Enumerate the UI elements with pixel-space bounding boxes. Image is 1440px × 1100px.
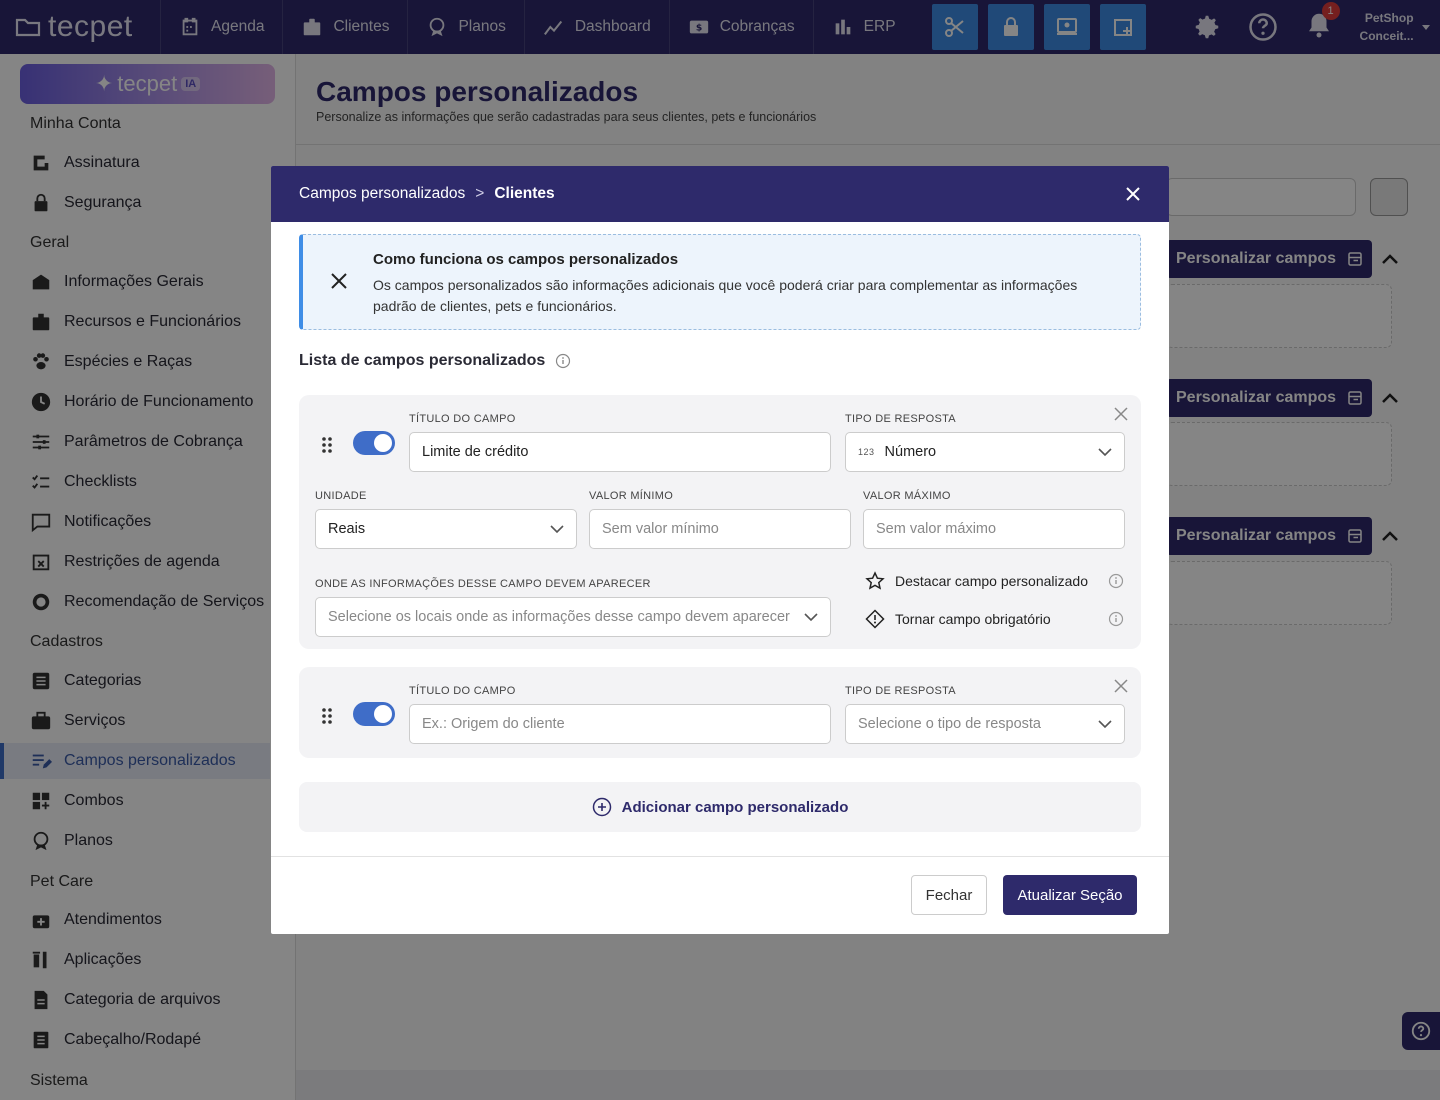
- modal-footer-divider: [271, 856, 1169, 857]
- plus-circle-icon: [592, 797, 611, 817]
- type-label: Tipo de resposta: [845, 413, 956, 425]
- diamond-alert-icon: [865, 609, 885, 629]
- update-section-button[interactable]: Atualizar Seção: [1003, 875, 1137, 915]
- select-value: Número: [884, 444, 937, 460]
- display-locations-select[interactable]: Selecione os locais onde as informações …: [315, 597, 831, 637]
- drag-handle-icon[interactable]: [320, 707, 334, 725]
- chevron-down-icon: [1098, 720, 1112, 729]
- custom-fields-modal: Campos personalizados > Clientes Como fu…: [271, 166, 1169, 934]
- where-label: Onde as informações desse campo devem ap…: [315, 578, 651, 590]
- breadcrumb-root[interactable]: Campos personalizados: [299, 185, 465, 203]
- breadcrumb-current: Clientes: [494, 185, 555, 202]
- add-custom-field-button[interactable]: Adicionar campo personalizado: [299, 782, 1141, 832]
- star-icon: [865, 571, 885, 590]
- chevron-down-icon: [804, 613, 818, 622]
- info-title: Como funciona os campos personalizados: [373, 251, 679, 268]
- chevron-down-icon: [550, 525, 564, 534]
- remove-field-icon[interactable]: [1114, 407, 1128, 421]
- close-icon[interactable]: [1125, 186, 1141, 202]
- chevron-down-icon: [1098, 448, 1112, 457]
- title-label: Título do campo: [409, 413, 516, 425]
- required-field-option[interactable]: Tornar campo obrigatório: [865, 609, 1051, 629]
- option-label: Tornar campo obrigatório: [895, 611, 1051, 627]
- info-icon[interactable]: [1108, 573, 1124, 589]
- drag-handle-icon[interactable]: [320, 436, 334, 454]
- option-label: Destacar campo personalizado: [895, 573, 1088, 589]
- select-placeholder: Selecione o tipo de resposta: [858, 716, 1041, 732]
- field-active-toggle[interactable]: [353, 431, 395, 455]
- response-type-select[interactable]: 123 Número: [845, 432, 1125, 472]
- custom-field-card: Título do campo Limite de crédito Tipo d…: [299, 395, 1141, 649]
- title-label: Título do campo: [409, 685, 516, 697]
- close-button[interactable]: Fechar: [911, 875, 987, 915]
- unit-select[interactable]: Reais: [315, 509, 577, 549]
- number-type-icon: 123: [858, 447, 875, 457]
- field-title-input[interactable]: Ex.: Origem do cliente: [409, 704, 831, 744]
- close-icon[interactable]: [329, 271, 349, 291]
- info-box: Como funciona os campos personalizados O…: [299, 234, 1141, 330]
- max-label: Valor máximo: [863, 490, 951, 502]
- select-placeholder: Selecione os locais onde as informações …: [328, 609, 790, 625]
- type-label: Tipo de resposta: [845, 685, 956, 697]
- button-label: Adicionar campo personalizado: [621, 798, 849, 816]
- modal-header: Campos personalizados > Clientes: [271, 166, 1169, 222]
- unit-label: Unidade: [315, 490, 367, 502]
- field-title-input[interactable]: Limite de crédito: [409, 432, 831, 472]
- highlight-field-option[interactable]: Destacar campo personalizado: [865, 571, 1088, 591]
- min-label: Valor mínimo: [589, 490, 674, 502]
- list-title: Lista de campos personalizados: [299, 352, 571, 370]
- custom-field-card: Título do campo Ex.: Origem do cliente T…: [299, 667, 1141, 758]
- info-text: Os campos personalizados são informações…: [373, 277, 1078, 314]
- select-value: Reais: [328, 521, 366, 537]
- min-value-input[interactable]: Sem valor mínimo: [589, 509, 851, 549]
- field-active-toggle[interactable]: [353, 702, 395, 726]
- response-type-select[interactable]: Selecione o tipo de resposta: [845, 704, 1125, 744]
- breadcrumb-separator: >: [475, 185, 485, 202]
- max-value-input[interactable]: Sem valor máximo: [863, 509, 1125, 549]
- info-icon[interactable]: [1108, 611, 1124, 627]
- remove-field-icon[interactable]: [1114, 679, 1128, 693]
- list-title-text: Lista de campos personalizados: [299, 352, 546, 369]
- info-icon[interactable]: [555, 353, 571, 369]
